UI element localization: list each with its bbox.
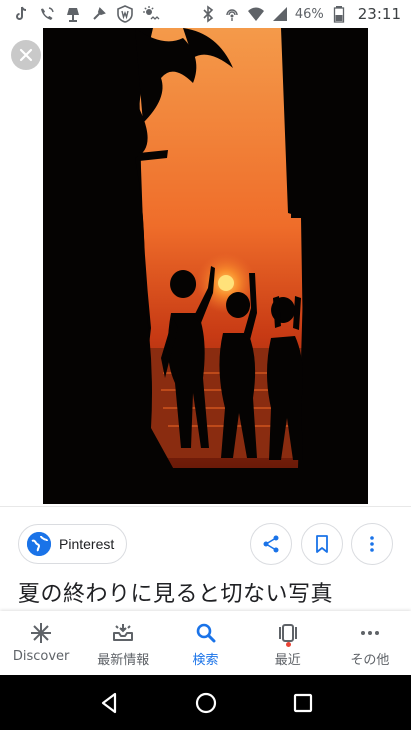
bluetooth-icon xyxy=(199,5,217,23)
recents-button[interactable] xyxy=(283,683,323,723)
divider xyxy=(0,506,411,507)
status-bar: 46% 23:11 xyxy=(0,0,411,28)
signal-icon xyxy=(271,5,289,23)
wifi-icon xyxy=(247,5,265,23)
lamp-icon xyxy=(64,5,82,23)
more-vert-icon xyxy=(370,536,374,552)
weather-icon xyxy=(142,5,160,23)
nav-recent[interactable]: 最近 xyxy=(247,611,329,675)
nav-label: その他 xyxy=(350,653,390,668)
more-horiz-icon xyxy=(358,621,382,645)
battery-percent: 46% xyxy=(294,6,324,22)
screen: 46% 23:11 Pinterest 夏の終わりに見ると切ない写真 Disco… xyxy=(0,0,411,730)
close-icon xyxy=(19,48,33,62)
recents-icon xyxy=(293,693,312,712)
system-nav-bar xyxy=(0,675,411,730)
back-button[interactable] xyxy=(89,683,129,723)
battery-icon xyxy=(330,5,348,23)
asterisk-icon xyxy=(29,621,53,645)
sunset-silhouette-photo[interactable] xyxy=(43,28,368,504)
nav-label: 検索 xyxy=(192,653,219,668)
save-button[interactable] xyxy=(301,523,343,565)
status-right-icons: 46% 23:11 xyxy=(199,4,401,24)
home-icon xyxy=(195,692,216,713)
nav-discover[interactable]: Discover xyxy=(0,611,82,675)
clock: 23:11 xyxy=(357,5,401,23)
nav-search[interactable]: 検索 xyxy=(164,611,246,675)
bookmark-icon xyxy=(316,535,328,553)
nav-more[interactable]: その他 xyxy=(329,611,411,675)
wifi-calling-icon xyxy=(38,5,56,23)
tiktok-icon xyxy=(12,5,30,23)
bottom-nav: Discover 最新情報 検索 最近 その他 xyxy=(0,611,411,675)
image-title[interactable]: 夏の終わりに見ると切ない写真 xyxy=(18,576,398,608)
home-button[interactable] xyxy=(186,683,226,723)
notification-dot xyxy=(285,642,291,647)
tool-icon xyxy=(90,5,108,23)
status-left-icons xyxy=(12,4,160,24)
nav-updates[interactable]: 最新情報 xyxy=(82,611,164,675)
source-name: Pinterest xyxy=(59,536,115,552)
source-chip[interactable]: Pinterest xyxy=(18,524,128,564)
shield-icon xyxy=(116,5,134,23)
globe-icon xyxy=(27,532,51,556)
close-button[interactable] xyxy=(11,40,41,70)
image-viewer xyxy=(0,28,411,506)
share-button[interactable] xyxy=(250,523,292,565)
share-icon xyxy=(263,535,279,553)
nav-label: 最近 xyxy=(274,653,301,668)
back-icon xyxy=(101,692,116,713)
nav-label: Discover xyxy=(12,649,70,664)
search-icon xyxy=(194,621,218,645)
more-options-button[interactable] xyxy=(351,523,393,565)
nfc-icon xyxy=(223,5,241,23)
nav-label: 最新情報 xyxy=(97,653,150,668)
inbox-icon xyxy=(111,621,135,645)
